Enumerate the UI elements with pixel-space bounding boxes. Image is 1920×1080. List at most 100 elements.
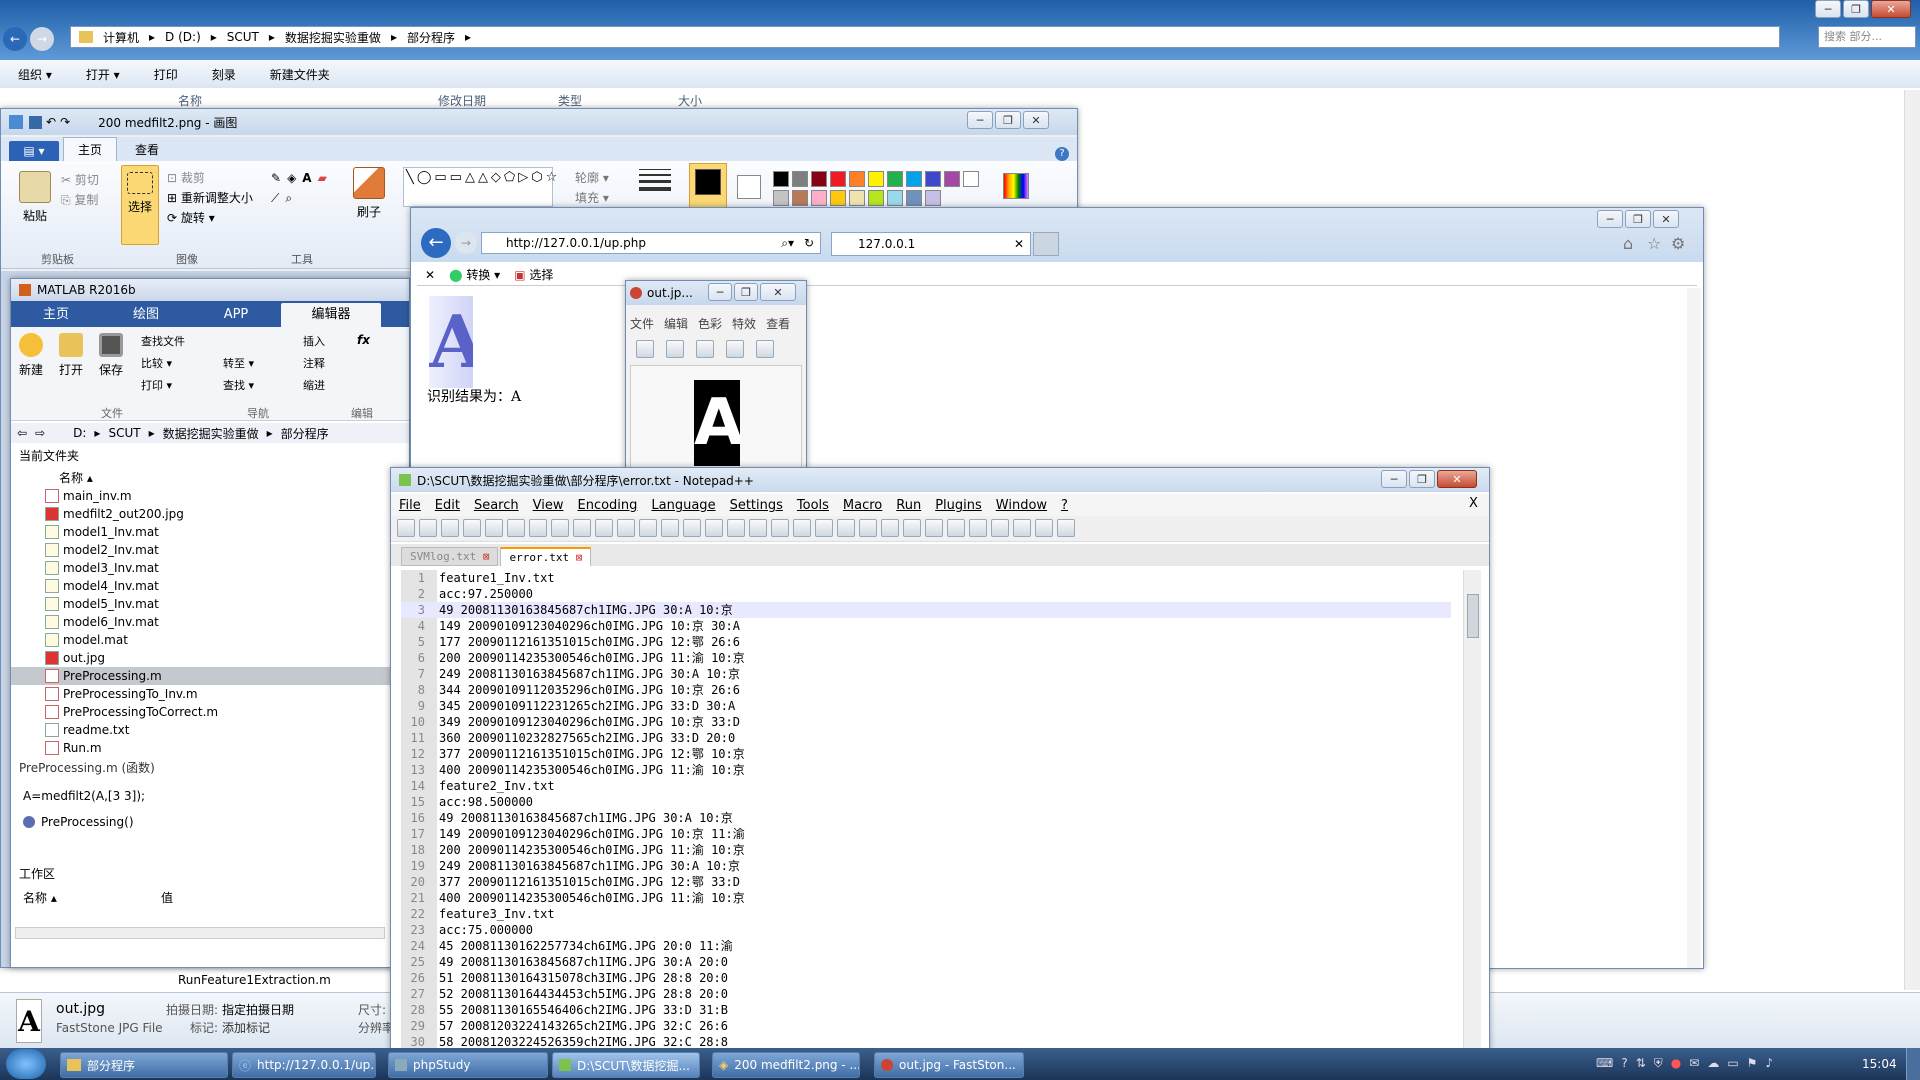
folder-workspace-icon[interactable]: [925, 519, 943, 537]
find-button[interactable]: 查找 ▾: [223, 377, 254, 393]
file-row[interactable]: PreProcessingTo_Inv.m: [11, 685, 391, 703]
eraser-icon[interactable]: ▰: [318, 171, 327, 185]
code-line[interactable]: 5 177 20090112161351015ch0IMG.JPG 12:鄂 26…: [401, 634, 1451, 650]
taskbar-explorer[interactable]: 部分程序: [60, 1052, 228, 1078]
compare-button[interactable]: 比较 ▾: [141, 355, 172, 371]
select-button[interactable]: ▣ 选择: [514, 266, 553, 283]
chat-icon[interactable]: ✉: [1689, 1056, 1699, 1071]
fill-button[interactable]: 填充 ▾: [575, 189, 609, 206]
tab-view[interactable]: 查看: [121, 138, 173, 161]
command-bar-close-icon[interactable]: ✕: [425, 268, 435, 282]
menu-file[interactable]: File: [399, 498, 421, 513]
menu-settings[interactable]: Settings: [730, 498, 783, 513]
save-icon[interactable]: [441, 519, 459, 537]
matlab-tab-plots[interactable]: 绘图: [101, 303, 191, 327]
find-files-button[interactable]: 查找文件: [141, 333, 185, 349]
code-line[interactable]: 3 49 20081130163845687ch1IMG.JPG 30:A 10:…: [401, 602, 1451, 618]
redo-icon[interactable]: ↷: [60, 115, 70, 129]
nav-back-icon[interactable]: ⇦: [17, 426, 27, 440]
palette-swatch-11[interactable]: [773, 190, 789, 206]
select-button[interactable]: 选择: [121, 165, 159, 245]
code-line[interactable]: 13 400 20090114235300546ch0IMG.JPG 11:渝 1…: [401, 762, 1451, 778]
palette-swatch-8[interactable]: [925, 171, 941, 187]
paint-file-menu[interactable]: ▤ ▾: [9, 141, 59, 161]
favorites-icon[interactable]: ☆: [1647, 234, 1661, 253]
matlab-tab-apps[interactable]: APP: [191, 303, 281, 327]
menu-search[interactable]: Search: [474, 498, 519, 513]
tools-gear-icon[interactable]: ⚙: [1671, 234, 1685, 253]
minimize-icon[interactable]: ─: [708, 283, 732, 301]
palette-swatch-2[interactable]: [811, 171, 827, 187]
fit-screen-icon[interactable]: [756, 340, 774, 358]
palette-swatch-0[interactable]: [773, 171, 789, 187]
open-icon[interactable]: [419, 519, 437, 537]
shapes-gallery[interactable]: ╲◯▭▭△△◇⬠▷⬡☆: [403, 167, 557, 207]
burn-button[interactable]: 刻录: [212, 66, 236, 83]
menu-macro[interactable]: Macro: [843, 498, 882, 513]
browser-forward-button[interactable]: →: [455, 232, 477, 254]
code-line[interactable]: 10 349 20090109123040296ch0IMG.JPG 10:京 3…: [401, 714, 1451, 730]
explorer-scrollbar[interactable]: [1904, 90, 1920, 990]
taskbar-phpstudy[interactable]: phpStudy: [388, 1052, 548, 1078]
tab-close-icon[interactable]: ⊠: [483, 550, 490, 563]
palette-swatch-6[interactable]: [887, 171, 903, 187]
find-icon[interactable]: [661, 519, 679, 537]
help-icon[interactable]: ?: [1621, 1056, 1627, 1071]
breadcrumb-3[interactable]: 数据挖掘实验重做: [285, 29, 381, 46]
code-line[interactable]: 15 acc:98.500000: [401, 794, 1451, 810]
undo-icon[interactable]: ↶: [46, 115, 56, 129]
text-icon[interactable]: A: [302, 171, 311, 185]
portrait-icon[interactable]: [726, 340, 744, 358]
paste-icon[interactable]: [595, 519, 613, 537]
slideshow-icon[interactable]: [696, 340, 714, 358]
matlab-hscroll[interactable]: [15, 927, 385, 939]
breadcrumb-4[interactable]: 部分程序: [407, 29, 455, 46]
code-line[interactable]: 21 400 20090114235300546ch0IMG.JPG 11:渝 1…: [401, 890, 1451, 906]
new-folder-button[interactable]: 新建文件夹: [270, 66, 330, 83]
code-line[interactable]: 14 feature2_Inv.txt: [401, 778, 1451, 794]
new-tab-button[interactable]: [1033, 232, 1059, 256]
open-button[interactable]: 打开 ▾: [86, 66, 120, 83]
taskbar-notepadpp[interactable]: D:\SCUT\数据挖掘...: [552, 1052, 700, 1078]
save-macro-icon[interactable]: [1057, 519, 1075, 537]
flag-icon[interactable]: ⚑: [1747, 1056, 1758, 1071]
matlab-tab-editor[interactable]: 编辑器: [281, 303, 381, 327]
file-row[interactable]: model4_Inv.mat: [11, 577, 391, 595]
maximize-icon[interactable]: ❐: [1409, 470, 1435, 488]
save-icon[interactable]: [29, 115, 42, 129]
taskbar-browser[interactable]: ⓔ http://127.0.0.1/up...: [232, 1052, 376, 1078]
home-icon[interactable]: ⌂: [1623, 234, 1633, 253]
browser-scrollbar[interactable]: [1687, 288, 1701, 968]
goto-button[interactable]: 转至 ▾: [223, 355, 254, 371]
path-segment-3[interactable]: 部分程序: [281, 425, 329, 442]
palette-swatch-4[interactable]: [849, 171, 865, 187]
file-row[interactable]: Run.m: [11, 739, 391, 757]
display-icon[interactable]: ▭: [1727, 1056, 1738, 1071]
cut-icon[interactable]: [551, 519, 569, 537]
code-line[interactable]: 4 149 20090109123040296ch0IMG.JPG 10:京 30…: [401, 618, 1451, 634]
file-row[interactable]: out.jpg: [11, 649, 391, 667]
antivirus-icon[interactable]: ●: [1671, 1056, 1681, 1071]
outline-button[interactable]: 轮廓 ▾: [575, 169, 609, 186]
record-macro-icon[interactable]: [969, 519, 987, 537]
editor-scrollbar[interactable]: [1463, 570, 1481, 1050]
menu-edit[interactable]: Edit: [435, 498, 460, 513]
file-row[interactable]: PreProcessingToCorrect.m: [11, 703, 391, 721]
hidden-file-row[interactable]: RunFeature1Extraction.m: [178, 973, 331, 987]
code-line[interactable]: 9 345 20090109112231265ch2IMG.JPG 33:D 30…: [401, 698, 1451, 714]
path-segment-0[interactable]: D:: [73, 426, 86, 440]
path-segment-1[interactable]: SCUT: [108, 426, 140, 440]
zoom-out-icon[interactable]: [727, 519, 745, 537]
code-line[interactable]: 1 feature1_Inv.txt: [401, 570, 1451, 586]
nav-forward-icon[interactable]: ⇨: [35, 426, 45, 440]
menu-color[interactable]: 色彩: [698, 315, 722, 332]
insert-button[interactable]: 插入: [303, 333, 325, 349]
scroll-thumb[interactable]: [1467, 594, 1479, 638]
file-row[interactable]: model5_Inv.mat: [11, 595, 391, 613]
menu-effects[interactable]: 特效: [732, 315, 756, 332]
start-button[interactable]: [6, 1049, 46, 1079]
taskbar-faststone[interactable]: out.jpg - FastSton...: [874, 1052, 1024, 1078]
details-value-tags[interactable]: 添加标记: [222, 1019, 270, 1036]
code-line[interactable]: 12 377 20090112161351015ch0IMG.JPG 12:鄂 1…: [401, 746, 1451, 762]
breadcrumb-1[interactable]: D (D:): [165, 30, 201, 44]
